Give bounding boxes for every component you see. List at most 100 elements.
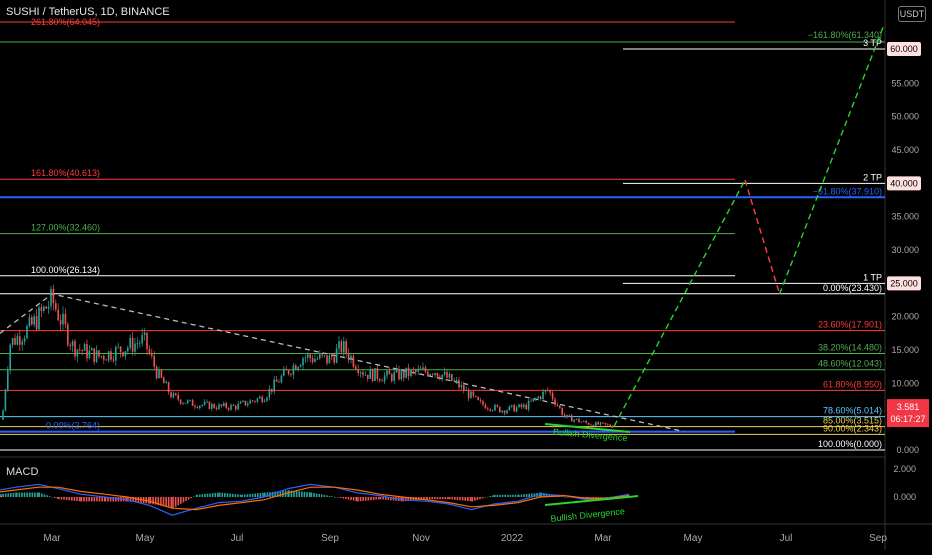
candle-body [400,370,403,380]
candle-body [237,403,239,410]
candle-body [57,309,59,321]
currency-badge[interactable]: USDT [898,6,926,22]
candle-body [448,373,451,378]
price-tick-label: 30.000 [891,245,919,255]
candle-body [556,404,559,406]
macd-histogram-bar [259,492,262,497]
candle-body [427,371,429,376]
macd-histogram-bar [489,496,492,497]
candle-body [35,316,38,330]
macd-histogram-bar [339,497,342,499]
candle-body [177,394,179,400]
candle-body [513,405,515,412]
candle-body [422,367,424,370]
candle-body [14,338,16,345]
macd-histogram-bar [21,492,23,497]
candle-body [263,400,266,403]
macd-histogram-bar [504,494,506,497]
macd-histogram-bar [206,493,209,497]
macd-histogram-bar [41,493,43,497]
candle-body [451,373,453,381]
candle-body [453,380,455,382]
candle-body [146,332,148,350]
candle-body [431,374,434,375]
macd-histogram-bar [372,497,375,500]
candle-body [261,396,263,403]
fib-level-label: 48.60%(12.043) [818,359,882,369]
candle-body [609,424,611,427]
candle-body [235,405,237,410]
candle-body [182,402,184,404]
candle-body [465,389,467,392]
macd-histogram-bar [323,494,326,497]
macd-histogram-bar [331,496,333,497]
candle-body [607,424,609,426]
macd-histogram-bar [180,497,182,504]
candle-body [285,368,287,371]
candle-body [187,400,189,403]
candle-body [415,369,417,372]
target-label: 2 TP [863,172,882,182]
macd-histogram-bar [193,496,195,498]
candle-body [158,369,160,379]
macd-histogram-bar [506,494,509,497]
candle-body [165,382,167,384]
macd-histogram-bar [295,491,298,497]
macd-histogram-bar [310,492,313,497]
macd-histogram-bar [431,497,434,500]
candle-body [201,404,203,406]
macd-histogram-bar [201,494,204,497]
candle-body [122,352,124,357]
candle-body [482,400,484,405]
fib-level-label: 61.80%(8.950) [823,379,882,389]
candle-body [124,351,127,357]
candle-body [62,313,64,325]
candle-body [59,320,62,325]
candle-body [539,396,542,400]
candle-body [563,414,566,417]
candle-body [575,418,578,420]
chart-stage[interactable]: 0.0005.00010.00015.00020.00025.00030.000… [0,0,932,550]
macd-histogram-bar [231,493,234,497]
candle-body [136,343,139,345]
candle-body [458,380,460,388]
candle-body [583,421,585,422]
candle-body [11,338,14,345]
macd-histogram-bar [350,497,352,501]
macd-histogram-bar [528,493,531,497]
macd-histogram-bar [484,497,487,498]
candle-body [254,400,256,402]
price-tick-label: 15.000 [891,345,919,355]
candle-body [580,421,583,423]
candle-body [131,337,134,352]
candle-body [434,372,436,375]
price-tag-label: 25.000 [890,278,918,288]
candle-body [491,410,494,412]
macd-histogram-bar [26,492,28,497]
candle-body [331,355,333,357]
candle-body [211,404,213,409]
macd-histogram-bar [18,492,21,497]
macd-histogram-bar [512,494,514,497]
macd-histogram-bar [78,497,81,502]
macd-histogram-bar [518,494,520,497]
candle-body [578,418,580,423]
macd-histogram-bar [347,497,350,500]
candle-body [215,407,218,410]
macd-histogram-bar [370,497,372,501]
macd-histogram-bar [93,497,96,502]
candle-body [134,343,136,352]
candle-body [67,324,69,345]
candle-body [568,414,571,416]
macd-histogram-bar [63,497,65,500]
candle-body [45,306,47,309]
price-chart[interactable]: 0.0005.00010.00015.00020.00025.00030.000… [0,0,932,550]
candle-body [472,391,475,396]
candle-body [203,401,206,405]
candle-body [115,346,117,361]
macd-histogram-bar [439,497,441,500]
chart-title: SUSHI / TetherUS, 1D, BINANCE [6,6,170,18]
macd-histogram-bar [43,494,46,497]
macd-histogram-bar [600,497,602,498]
macd-histogram-bar [362,497,364,501]
